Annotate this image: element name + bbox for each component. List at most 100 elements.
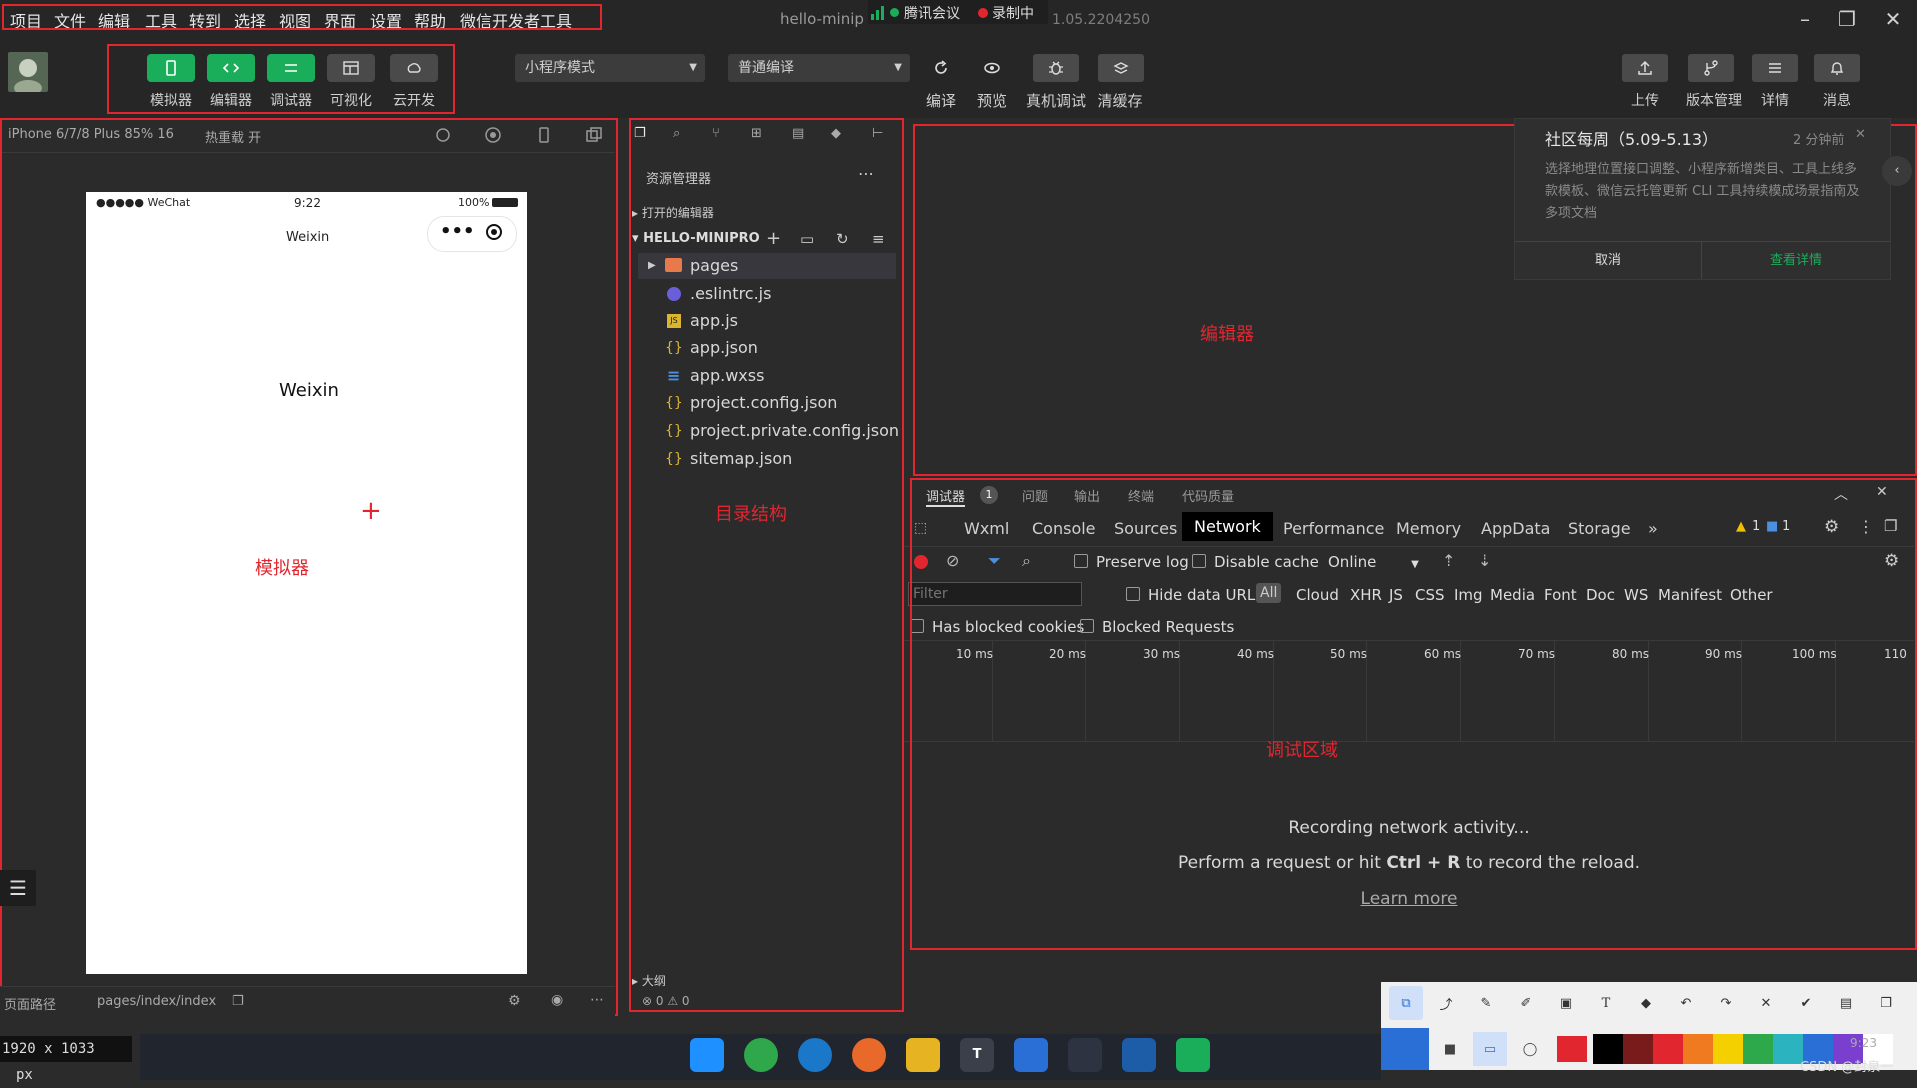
clear-cache-button[interactable] — [1098, 54, 1144, 82]
rect-outline-icon[interactable]: ▭ — [1473, 1032, 1507, 1066]
layers-icon — [1113, 62, 1129, 74]
filled-rect-icon[interactable]: ■ — [1433, 1032, 1467, 1066]
cancel-button[interactable]: 取消 — [1515, 242, 1702, 279]
version-label: 1.05.2204250 — [1052, 12, 1150, 28]
ellipse-icon[interactable]: ◯ — [1513, 1032, 1547, 1066]
debugger-button[interactable] — [267, 54, 315, 82]
notes-icon[interactable] — [1176, 1038, 1210, 1072]
vscode-icon[interactable] — [1122, 1038, 1156, 1072]
upload-icon — [1638, 60, 1652, 75]
resolution-value: 1920 x 1033 — [2, 1041, 95, 1057]
minimize-icon[interactable]: – — [1790, 6, 1820, 32]
version-manage-label: 版本管理 — [1686, 93, 1742, 109]
close-icon[interactable]: ✕ — [1878, 6, 1908, 32]
cloud-button[interactable] — [390, 54, 438, 82]
preview-button[interactable] — [969, 54, 1015, 82]
highlighter-icon[interactable]: ✐ — [1509, 986, 1543, 1020]
resolution-readout: 1920 x 1033 px — [0, 1036, 132, 1083]
line-tool-icon[interactable]: ⤴ — [1429, 986, 1463, 1020]
remote-debug-button[interactable] — [1033, 54, 1079, 82]
resolution-unit: px — [16, 1067, 33, 1083]
debug-icon — [285, 64, 297, 72]
current-color-swatch[interactable] — [1557, 1036, 1587, 1062]
clear-cache-label: 清缓存 — [1097, 92, 1143, 110]
edge-icon[interactable] — [798, 1038, 832, 1072]
simulator-highlight-box — [0, 118, 618, 1016]
notification-card: 社区每周（5.09-5.13） 2 分钟前 ✕ 选择地理位置接口调整、小程序新增… — [1514, 118, 1891, 280]
screenshot-tool-icon[interactable]: ⧉ — [1389, 986, 1423, 1020]
eye-icon — [984, 62, 1000, 74]
close-icon[interactable]: ✕ — [1855, 127, 1866, 142]
chevron-down-icon: ▼ — [689, 62, 697, 73]
eye-icon[interactable]: ◉ — [551, 992, 563, 1008]
debugger-label: 调试器 — [270, 93, 312, 109]
notification-title: 社区每周（5.09-5.13） — [1545, 130, 1719, 149]
pen-tool-icon[interactable]: ✎ — [1469, 986, 1503, 1020]
chevron-down-icon: ▼ — [894, 62, 902, 73]
chevron-left-icon[interactable]: ‹ — [1882, 156, 1912, 186]
details-button[interactable] — [1752, 54, 1798, 82]
upload-label: 上传 — [1631, 93, 1659, 109]
redo-icon[interactable]: ↷ — [1709, 986, 1743, 1020]
menu-highlight-box — [2, 4, 602, 30]
branch-icon — [1704, 60, 1718, 76]
copy-icon[interactable]: ❐ — [1869, 986, 1903, 1020]
maximize-icon[interactable]: ❐ — [1832, 6, 1862, 32]
settings-icon[interactable]: ⚙ — [508, 993, 521, 1009]
mode-select-value: 小程序模式 — [525, 60, 595, 76]
code-icon — [222, 63, 240, 73]
bell-icon — [1830, 62, 1844, 75]
bug-icon — [1049, 61, 1063, 75]
editor-annotation: 编辑器 — [1200, 324, 1254, 345]
windows-start-icon[interactable] — [690, 1038, 724, 1072]
record-dot-icon — [978, 8, 988, 18]
eraser-icon[interactable]: ◆ — [1629, 986, 1663, 1020]
clock: 9:23 — [1850, 1036, 1877, 1050]
page-path-label[interactable]: 页面路径 — [4, 994, 56, 1013]
view-details-button[interactable]: 查看详情 — [1702, 242, 1890, 279]
page-path-value: pages/index/index — [97, 994, 217, 1009]
cloud-label: 云开发 — [393, 93, 435, 109]
phone-icon — [166, 60, 176, 76]
compile-button[interactable] — [918, 54, 964, 82]
version-manage-button[interactable] — [1688, 54, 1734, 82]
avatar[interactable] — [8, 52, 48, 96]
meeting-label[interactable]: 腾讯会议 — [904, 3, 960, 23]
messages-button[interactable] — [1814, 54, 1860, 82]
more-icon[interactable]: ⋯ — [590, 992, 604, 1008]
menu-bar: 项目 文件 编辑 工具 转到 选择 视图 界面 设置 帮助 微信开发者工具 he… — [0, 0, 1917, 38]
meeting-dot-icon — [890, 8, 899, 17]
meeting-app-icon[interactable] — [1014, 1038, 1048, 1072]
editor-button[interactable] — [207, 54, 255, 82]
text-tool-icon[interactable]: T — [1589, 986, 1623, 1020]
explorer-highlight-box — [629, 118, 904, 1012]
compile-select-value: 普通编译 — [738, 60, 794, 76]
simulator-button[interactable] — [147, 54, 195, 82]
chrome-icon[interactable] — [744, 1038, 778, 1072]
mode-select[interactable]: 小程序模式 ▼ — [515, 54, 705, 82]
layout-icon — [343, 61, 359, 75]
refresh-icon — [935, 60, 947, 74]
simulator-footer: 页面路径 pages/index/index ❐ ⚙ ◉ ⋯ — [0, 986, 615, 1017]
undo-icon[interactable]: ↶ — [1669, 986, 1703, 1020]
watermark: CSDN @封泉一 — [1800, 1060, 1894, 1075]
pin-icon[interactable]: ✔ — [1789, 986, 1823, 1020]
meeting-bar: 腾讯会议 录制中 — [868, 0, 1048, 24]
copy-icon[interactable]: ❐ — [232, 994, 244, 1009]
firefox-icon[interactable] — [852, 1038, 886, 1072]
editor-label: 编辑器 — [210, 93, 252, 109]
typora-icon[interactable]: T — [960, 1038, 994, 1072]
recording-label[interactable]: 录制中 — [992, 3, 1034, 23]
preview-label: 预览 — [976, 92, 1007, 110]
mosaic-icon[interactable]: ▣ — [1549, 986, 1583, 1020]
file-explorer-icon[interactable] — [906, 1038, 940, 1072]
list-icon[interactable]: ☰ — [0, 870, 36, 906]
wechat-devtools-icon[interactable] — [1068, 1038, 1102, 1072]
visual-button[interactable] — [327, 54, 375, 82]
compile-select[interactable]: 普通编译 ▼ — [728, 54, 910, 82]
save-icon[interactable]: ▤ — [1829, 986, 1863, 1020]
signal-icon — [870, 6, 886, 20]
brush-size-small[interactable] — [1381, 1028, 1429, 1070]
upload-button[interactable] — [1622, 54, 1668, 82]
cancel-icon[interactable]: ✕ — [1749, 986, 1783, 1020]
